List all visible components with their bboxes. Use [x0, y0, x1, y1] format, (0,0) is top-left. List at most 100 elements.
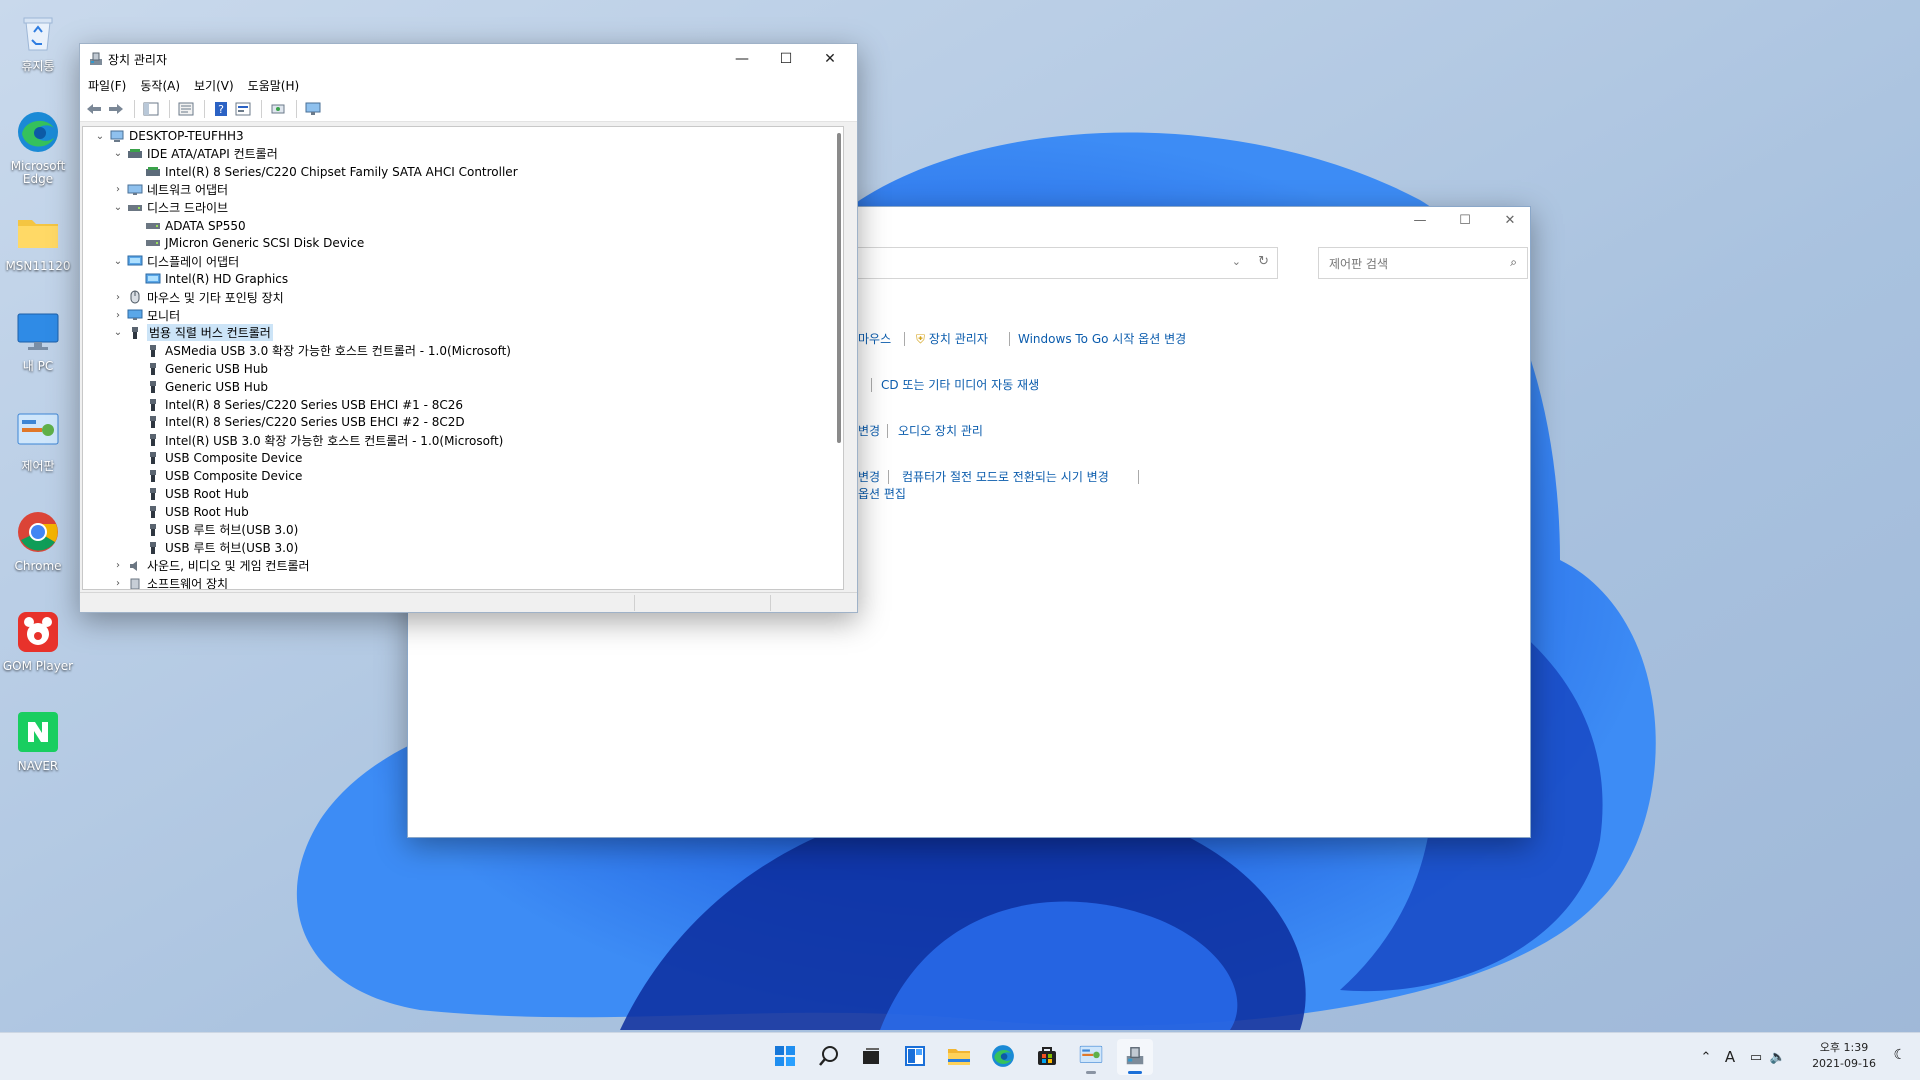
search-input[interactable]: 제어판 검색 ⌕ — [1318, 247, 1528, 279]
maximize-button[interactable]: ☐ — [1445, 213, 1485, 233]
tree-category[interactable]: › 소프트웨어 장치 — [111, 575, 228, 589]
tree-device[interactable]: JMicron Generic SCSI Disk Device — [129, 234, 364, 252]
device-manager-link[interactable]: ⛨ 장치 관리자 — [916, 330, 988, 347]
notifications-icon[interactable]: ☾ — [1893, 1047, 1906, 1063]
chevron-right-icon[interactable]: › — [111, 310, 125, 321]
chevron-right-icon[interactable]: › — [111, 292, 125, 303]
desktop-icon-naver[interactable]: NAVER — [0, 702, 76, 792]
tree-device[interactable]: Intel(R) 8 Series/C220 Series USB EHCI #… — [129, 396, 463, 414]
chevron-up-icon[interactable]: ⌃ — [1696, 1050, 1716, 1065]
monitor-view-button[interactable] — [303, 99, 323, 119]
menu-help[interactable]: 도움말(H) — [248, 77, 308, 94]
recycle-bin-icon — [14, 8, 62, 56]
tree-item-label: Intel(R) HD Graphics — [165, 272, 289, 287]
tree-device[interactable]: USB Root Hub — [129, 503, 249, 521]
clock[interactable]: 오후 1:39 2021-09-16 — [1812, 1040, 1876, 1072]
tree-device[interactable]: USB 루트 허브(USB 3.0) — [129, 521, 298, 539]
tree-device[interactable]: Intel(R) 8 Series/C220 Series USB EHCI #… — [129, 413, 465, 431]
change-link[interactable]: 변경 — [858, 422, 880, 439]
taskbar-widgets[interactable] — [897, 1039, 933, 1075]
tree-category[interactable]: ⌄ 범용 직렬 버스 컨트롤러 — [111, 324, 273, 342]
tree-category[interactable]: › 사운드, 비디오 및 게임 컨트롤러 — [111, 557, 310, 575]
tree-device[interactable]: USB Composite Device — [129, 449, 302, 467]
tree-device[interactable]: ADATA SP550 — [129, 217, 246, 235]
tree-item-label: ADATA SP550 — [165, 218, 246, 233]
help-button[interactable]: ? — [211, 99, 231, 119]
tree-root[interactable]: ⌄ DESKTOP-TEUFHH3 — [93, 127, 244, 145]
tree-device[interactable]: Intel(R) HD Graphics — [129, 270, 288, 288]
device-manager-titlebar[interactable]: 장치 관리자 — ☐ ✕ — [80, 44, 857, 74]
mouse-link[interactable]: 마우스 — [858, 330, 891, 347]
taskbar-control-panel[interactable] — [1073, 1039, 1109, 1075]
chevron-down-icon[interactable]: ⌄ — [111, 202, 125, 213]
forward-button[interactable] — [106, 99, 126, 119]
minimize-button[interactable]: — — [1400, 213, 1440, 233]
link-separator — [1138, 470, 1139, 484]
taskbar-search[interactable] — [811, 1039, 847, 1075]
minimize-button[interactable]: — — [720, 48, 764, 70]
tree-category[interactable]: ⌄ IDE ATA/ATAPI 컨트롤러 — [111, 145, 278, 163]
chevron-down-icon[interactable]: ⌄ — [93, 131, 107, 142]
maximize-button[interactable]: ☐ — [764, 48, 808, 70]
chevron-right-icon[interactable]: › — [111, 578, 125, 589]
desktop-icon-recycle-bin[interactable]: 휴지통 — [0, 2, 76, 92]
sleep-settings-link[interactable]: 컴퓨터가 절전 모드로 전환되는 시기 변경 — [902, 468, 1109, 485]
menu-file[interactable]: 파일(F) — [88, 77, 134, 94]
menu-view[interactable]: 보기(V) — [194, 77, 242, 94]
change-link-2[interactable]: 변경 — [858, 468, 880, 485]
input-indicator[interactable]: A — [1716, 1048, 1744, 1066]
tree-device[interactable]: USB Root Hub — [129, 485, 249, 503]
tree-device[interactable]: Generic USB Hub — [129, 360, 268, 378]
desktop-icon-gom-player[interactable]: GOM Player — [0, 602, 76, 692]
tree-device[interactable]: USB 루트 허브(USB 3.0) — [129, 539, 298, 557]
windows-to-go-link[interactable]: Windows To Go 시작 옵션 변경 — [1018, 330, 1186, 347]
tree-device[interactable]: USB Composite Device — [129, 467, 302, 485]
view-button[interactable] — [233, 99, 253, 119]
desktop-icon-folder[interactable]: MSN11120 — [0, 202, 76, 292]
taskbar-task-view[interactable] — [853, 1039, 889, 1075]
edit-options-link[interactable]: 옵션 편집 — [858, 485, 906, 502]
chevron-down-icon[interactable]: ⌄ — [111, 148, 125, 159]
tree-category[interactable]: › 네트워크 어댑터 — [111, 181, 228, 199]
tree-item-label: DESKTOP-TEUFHH3 — [129, 129, 244, 143]
network-icon[interactable]: ▭ — [1744, 1050, 1768, 1065]
desktop-icon-edge[interactable]: Microsoft Edge — [0, 102, 76, 192]
usb-icon — [145, 398, 161, 412]
tree-category[interactable]: › 모니터 — [111, 306, 180, 324]
tree-category[interactable]: ⌄ 디스플레이 어댑터 — [111, 252, 239, 270]
desktop-icon-this-pc[interactable]: 내 PC — [0, 302, 76, 392]
chevron-right-icon[interactable]: › — [111, 184, 125, 195]
desktop-icon-chrome[interactable]: Chrome — [0, 502, 76, 592]
chevron-right-icon[interactable]: › — [111, 560, 125, 571]
properties-button[interactable] — [176, 99, 196, 119]
back-button[interactable] — [84, 99, 104, 119]
tree-device[interactable]: ASMedia USB 3.0 확장 가능한 호스트 컨트롤러 - 1.0(Mi… — [129, 342, 511, 360]
taskbar-edge[interactable] — [985, 1039, 1021, 1075]
desktop-icon-control-panel[interactable]: 제어판 — [0, 402, 76, 492]
tree-category[interactable]: › 마우스 및 기타 포인팅 장치 — [111, 288, 284, 306]
chevron-down-icon[interactable]: ⌄ — [111, 256, 125, 267]
taskbar-device-manager[interactable] — [1117, 1039, 1153, 1075]
autoplay-link[interactable]: CD 또는 기타 미디어 자동 재생 — [881, 376, 1039, 393]
show-hide-tree-button[interactable] — [141, 99, 161, 119]
tree-device[interactable]: Intel(R) 8 Series/C220 Chipset Family SA… — [129, 163, 518, 181]
chevron-down-icon[interactable]: ⌄ — [111, 327, 125, 338]
refresh-icon[interactable]: ↻ — [1258, 254, 1269, 269]
tree-item-label: ASMedia USB 3.0 확장 가능한 호스트 컨트롤러 - 1.0(Mi… — [165, 344, 511, 359]
close-button[interactable]: ✕ — [808, 48, 852, 70]
close-button[interactable]: ✕ — [1490, 213, 1530, 233]
taskbar-store[interactable] — [1029, 1039, 1065, 1075]
scan-hardware-button[interactable] — [268, 99, 288, 119]
tree-category[interactable]: ⌄ 디스크 드라이브 — [111, 199, 228, 217]
toolbar-separator — [134, 99, 135, 118]
volume-icon[interactable]: 🔈 — [1768, 1050, 1788, 1065]
tree-device[interactable]: Generic USB Hub — [129, 378, 268, 396]
menu-action[interactable]: 동작(A) — [140, 77, 188, 94]
scrollbar[interactable] — [837, 133, 841, 443]
device-manager-window: 장치 관리자 — ☐ ✕ 파일(F) 동작(A) 보기(V) 도움말(H) ? ⌄ D… — [79, 43, 858, 613]
audio-devices-link[interactable]: 오디오 장치 관리 — [898, 422, 983, 439]
taskbar-start[interactable] — [767, 1039, 803, 1075]
tree-device[interactable]: Intel(R) USB 3.0 확장 가능한 호스트 컨트롤러 - 1.0(M… — [129, 431, 503, 449]
taskbar-file-explorer[interactable] — [941, 1039, 977, 1075]
chevron-down-icon[interactable]: ⌄ — [1232, 255, 1241, 268]
